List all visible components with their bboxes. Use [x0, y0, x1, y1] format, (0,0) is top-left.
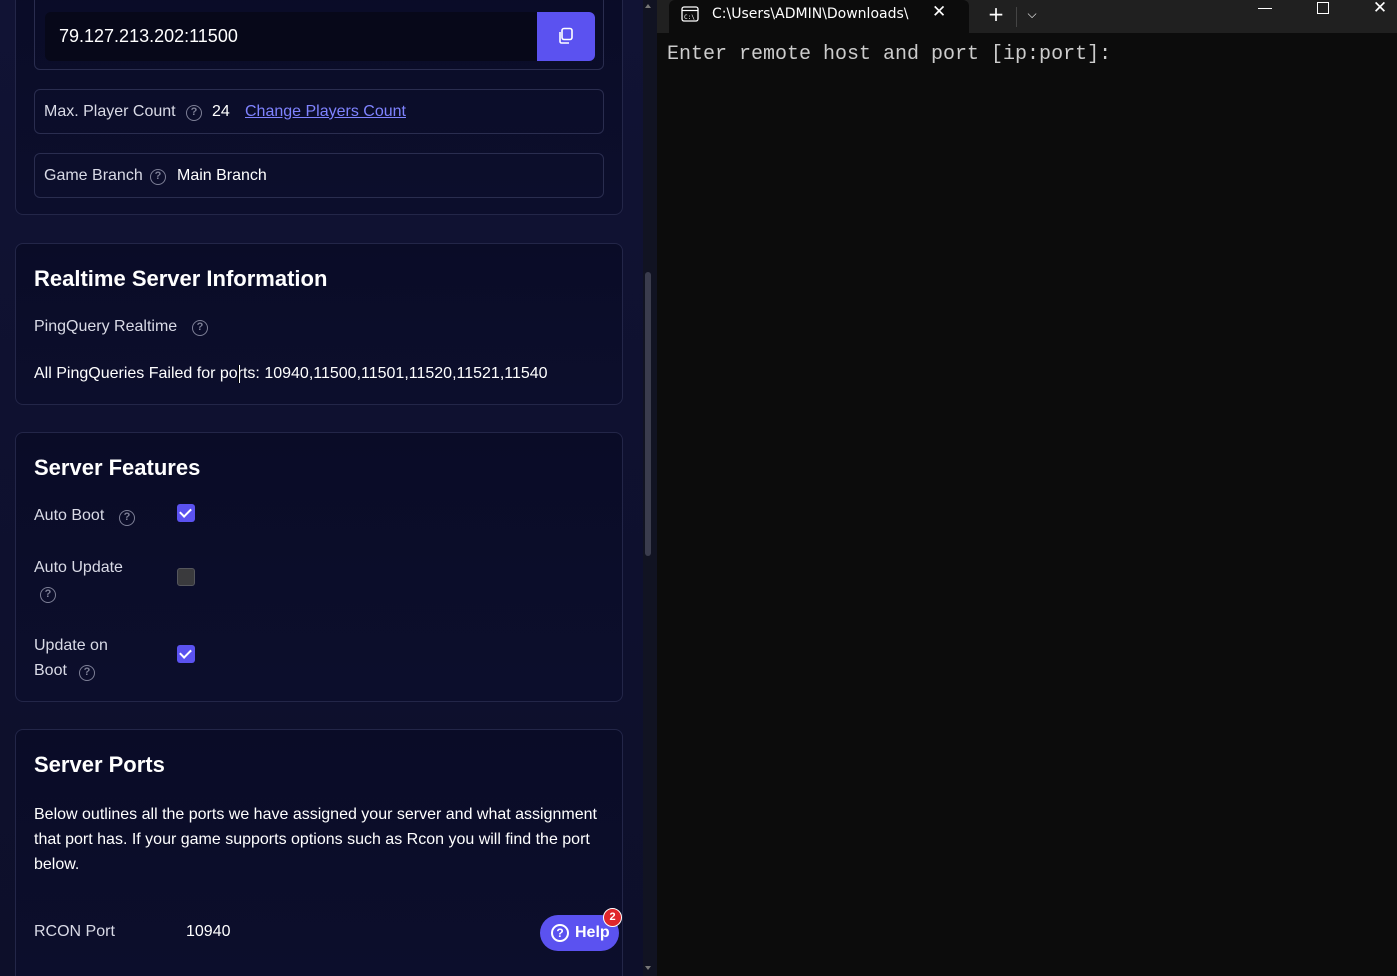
tab-divider: [1016, 7, 1017, 27]
help-circle-icon: ?: [551, 924, 569, 942]
help-button-label: Help: [575, 924, 610, 941]
game-branch-value: Main Branch: [177, 167, 267, 184]
server-ports-description: Below outlines all the ports we have ass…: [34, 806, 597, 873]
help-notification-badge: 2: [603, 908, 622, 927]
auto-boot-label: Auto Boot: [34, 507, 105, 524]
auto-update-help-icon[interactable]: ?: [40, 587, 56, 603]
copy-address-button[interactable]: [537, 12, 595, 61]
terminal-window: C:\ C:\Users\ADMIN\Downloads\ ✕ + ⌵ ✕ En…: [657, 0, 1397, 976]
server-features-title: Server Features: [34, 455, 201, 480]
tab-dropdown-chevron-icon[interactable]: ⌵: [1022, 0, 1042, 33]
close-window-icon[interactable]: ✕: [1370, 0, 1390, 33]
max-player-field: Max. Player Count ? 24 Change Players Co…: [34, 89, 604, 134]
server-ports-card: Server Ports Below outlines all the port…: [15, 729, 623, 976]
game-branch-field: Game Branch ? Main Branch: [34, 153, 604, 198]
realtime-info-card: Realtime Server Information PingQuery Re…: [15, 243, 623, 405]
update-on-boot-help-icon[interactable]: ?: [79, 665, 95, 681]
server-details-card: 79.127.213.202:11500 Max. Player Count ?…: [15, 0, 623, 215]
svg-text:C:\: C:\: [684, 14, 695, 21]
close-tab-icon[interactable]: ✕: [932, 2, 946, 22]
terminal-tab-title: C:\Users\ADMIN\Downloads\: [712, 6, 909, 22]
scroll-up-arrow-icon[interactable]: [645, 4, 651, 8]
change-players-link[interactable]: Change Players Count: [245, 103, 406, 121]
pingquery-label: PingQuery Realtime: [34, 318, 178, 335]
server-address-box[interactable]: 79.127.213.202:11500: [45, 12, 537, 61]
max-player-value: 24: [212, 103, 230, 120]
max-player-label: Max. Player Count: [44, 103, 176, 120]
auto-boot-checkbox[interactable]: [177, 504, 195, 522]
text-cursor-icon: [238, 365, 240, 383]
pingquery-help-icon[interactable]: ?: [192, 320, 208, 336]
minimize-window-icon[interactable]: [1258, 8, 1272, 9]
auto-boot-help-icon[interactable]: ?: [119, 510, 135, 526]
new-tab-icon[interactable]: +: [984, 0, 1008, 33]
server-address-field: 79.127.213.202:11500: [34, 0, 604, 70]
scroll-down-arrow-icon[interactable]: [645, 966, 651, 970]
update-on-boot-label-line2: Boot: [34, 662, 67, 679]
realtime-info-title: Realtime Server Information: [34, 266, 328, 291]
server-address-value: 79.127.213.202:11500: [59, 26, 238, 46]
terminal-tab-bar: C:\ C:\Users\ADMIN\Downloads\ ✕ + ⌵ ✕: [657, 0, 1397, 33]
terminal-prompt-text[interactable]: Enter remote host and port [ip:port]:: [667, 43, 1111, 66]
terminal-app-icon: C:\: [681, 6, 699, 22]
game-branch-label: Game Branch: [44, 167, 143, 184]
auto-update-checkbox[interactable]: [177, 568, 195, 586]
terminal-tab[interactable]: C:\ C:\Users\ADMIN\Downloads\ ✕: [669, 0, 969, 33]
server-features-card: Server Features Auto Boot ? Auto Update …: [15, 432, 623, 702]
game-branch-help-icon[interactable]: ?: [150, 169, 166, 185]
rcon-port-label: RCON Port: [34, 923, 115, 940]
update-on-boot-label-line1: Update on: [34, 637, 108, 654]
server-ports-title: Server Ports: [34, 752, 165, 777]
maximize-window-icon[interactable]: [1317, 2, 1329, 14]
update-on-boot-checkbox[interactable]: [177, 645, 195, 663]
max-player-help-icon[interactable]: ?: [186, 105, 202, 121]
rcon-port-value: 10940: [186, 923, 231, 940]
auto-update-label: Auto Update: [34, 559, 123, 576]
copy-icon: [559, 27, 573, 44]
scrollbar-thumb[interactable]: [645, 272, 651, 556]
pingquery-status-text: All PingQueries Failed for ports: 10940,…: [34, 365, 548, 382]
server-dashboard-panel: 79.127.213.202:11500 Max. Player Count ?…: [0, 0, 643, 976]
